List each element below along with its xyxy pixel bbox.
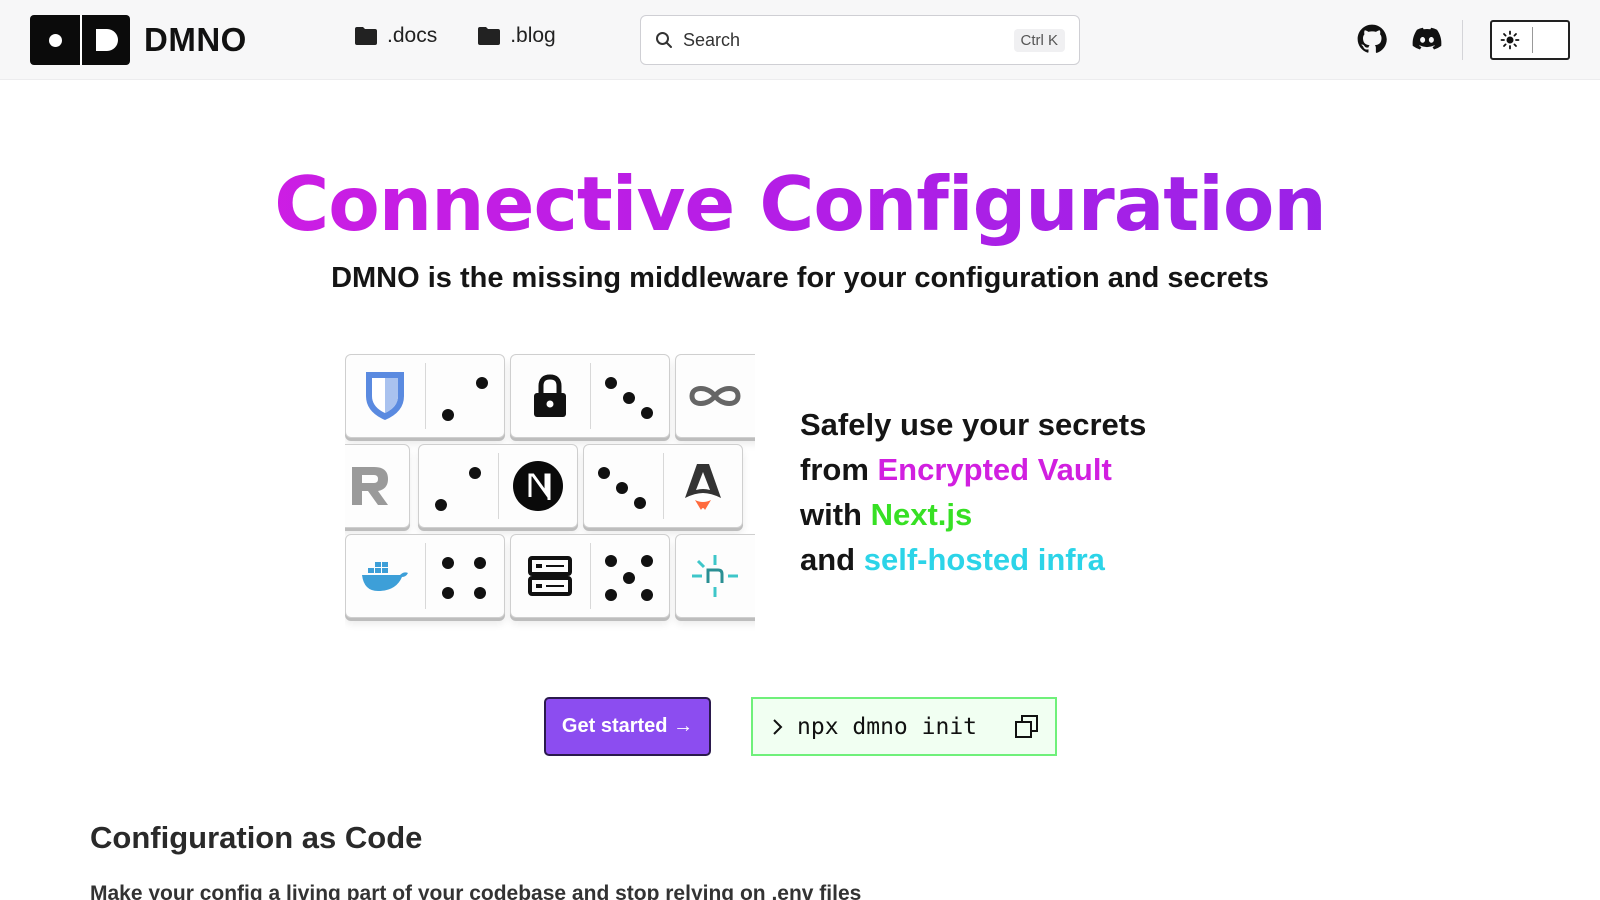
- domino-tile: [510, 534, 670, 618]
- copy-icon[interactable]: [1013, 713, 1041, 741]
- site-header: DMNO .docs .blog Search Ctrl K: [0, 0, 1600, 80]
- discord-icon: [1412, 27, 1442, 50]
- highlight-vault: Encrypted Vault: [877, 452, 1112, 487]
- domino-tile: [345, 444, 410, 528]
- sun-icon: [1500, 30, 1520, 50]
- railway-icon: [352, 467, 388, 505]
- search-placeholder: Search: [683, 29, 741, 50]
- domino-tile: [583, 444, 743, 528]
- install-command-box: npx dmno init: [751, 697, 1057, 756]
- hero-line: and self-hosted infra: [800, 542, 1105, 577]
- bitwarden-icon: [366, 372, 404, 420]
- search-input[interactable]: Search Ctrl K: [640, 15, 1080, 65]
- nav-link-label: .docs: [387, 24, 438, 47]
- install-command: npx dmno init: [797, 713, 978, 740]
- domino-tile: [418, 444, 578, 528]
- nav-link-label: .blog: [510, 24, 556, 47]
- domino-tile: [675, 534, 755, 618]
- domino-tile: [345, 534, 505, 618]
- discord-link[interactable]: [1412, 24, 1442, 54]
- logo-text: DMNO: [144, 21, 247, 58]
- domino-tile: [675, 354, 755, 438]
- nav-link-blog[interactable]: .blog: [477, 24, 556, 48]
- hero-feature-lines: Safely use your secrets from Encrypted V…: [800, 402, 1146, 582]
- netlify-icon: [692, 555, 738, 597]
- folder-icon: [478, 27, 501, 45]
- domino-tiles: [345, 352, 755, 632]
- domino-tile: [345, 354, 505, 438]
- github-link[interactable]: [1357, 24, 1387, 54]
- search-icon: [656, 32, 672, 48]
- chevron-right-icon: [773, 718, 783, 735]
- get-started-button[interactable]: Get started →: [544, 697, 711, 756]
- dmno-logo-icon: [30, 15, 130, 65]
- highlight-nextjs: Next.js: [870, 497, 973, 532]
- lock-icon: [534, 374, 566, 417]
- section-title: Configuration as Code: [90, 820, 423, 855]
- logo[interactable]: DMNO: [30, 15, 247, 65]
- folder-icon: [355, 27, 377, 45]
- docker-icon: [362, 562, 408, 591]
- hero-title: Connective Configuration: [0, 160, 1600, 248]
- section-text: Make your config a living part of your c…: [90, 882, 862, 900]
- nav-link-docs[interactable]: .docs: [354, 24, 437, 48]
- header-divider: [1462, 20, 1463, 60]
- hero-line: from Encrypted Vault: [800, 452, 1112, 487]
- hero-line: with Next.js: [800, 497, 973, 532]
- domino-tile: [510, 354, 670, 438]
- astro-icon: [685, 464, 721, 510]
- hero-line: Safely use your secrets: [800, 407, 1147, 442]
- github-icon: [1357, 24, 1387, 53]
- theme-toggle[interactable]: [1490, 20, 1570, 60]
- server-icon: [528, 556, 572, 596]
- infinity-icon: [689, 386, 741, 406]
- highlight-infra: self-hosted infra: [863, 542, 1105, 577]
- search-shortcut: Ctrl K: [1013, 28, 1065, 52]
- hero-subtitle: DMNO is the missing middleware for your …: [331, 262, 1269, 294]
- nextjs-icon: [513, 461, 563, 511]
- main-nav: .docs .blog: [354, 24, 556, 48]
